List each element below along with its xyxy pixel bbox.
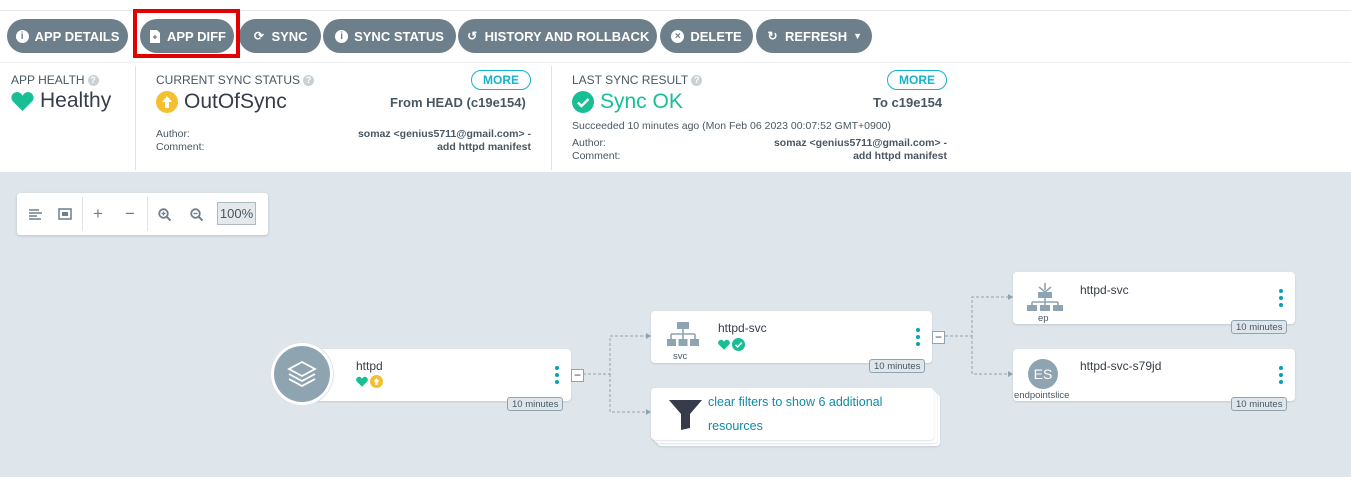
filter-icon [669,400,702,430]
kebab-menu-icon[interactable] [916,328,920,346]
collapse-toggle[interactable]: − [571,369,584,382]
divider [147,197,148,231]
fit-screen-icon[interactable] [54,203,76,225]
node-kind: ep [1038,313,1049,324]
node-name: httpd [356,359,383,373]
kebab-menu-icon[interactable] [1279,366,1283,384]
node-kind: endpointslice [1014,390,1070,401]
zoom-in-icon[interactable] [153,203,175,225]
age-badge: 10 minutes [1231,397,1288,411]
align-left-icon[interactable] [24,203,46,225]
age-badge: 10 minutes [869,359,926,373]
endpoints-icon [1027,283,1063,311]
edge-svc-ep [945,296,1013,337]
edge-app-filter [609,374,651,413]
edge-app-svc [583,335,651,375]
plus-icon[interactable]: + [87,203,109,225]
edge-svc-es [971,336,1013,375]
layers-icon [274,346,330,402]
divider [82,197,83,231]
clear-filters-link[interactable]: clear filters to show 6 additional resou… [708,390,882,438]
node-name: httpd-svc-s79jd [1080,359,1162,373]
network-icon [667,322,699,346]
endpointslice-badge-icon: ES [1028,359,1058,389]
age-badge: 10 minutes [1231,320,1288,334]
age-badge: 10 minutes [507,397,564,411]
minus-icon[interactable]: − [119,203,141,225]
collapse-toggle[interactable]: − [932,331,945,344]
heart-icon [356,376,368,387]
zoom-toolbar: + − 100% [17,193,268,235]
kebab-menu-icon[interactable] [555,366,559,384]
kebab-menu-icon[interactable] [1279,289,1283,307]
node-name: httpd-svc [1080,283,1129,297]
node-name: httpd-svc [718,321,767,335]
heart-icon [718,339,730,350]
zoom-out-icon[interactable] [185,203,207,225]
check-circle-icon [732,338,745,351]
arrow-up-circle-icon [370,375,383,388]
zoom-level: 100% [217,202,256,225]
node-kind: svc [673,351,688,362]
